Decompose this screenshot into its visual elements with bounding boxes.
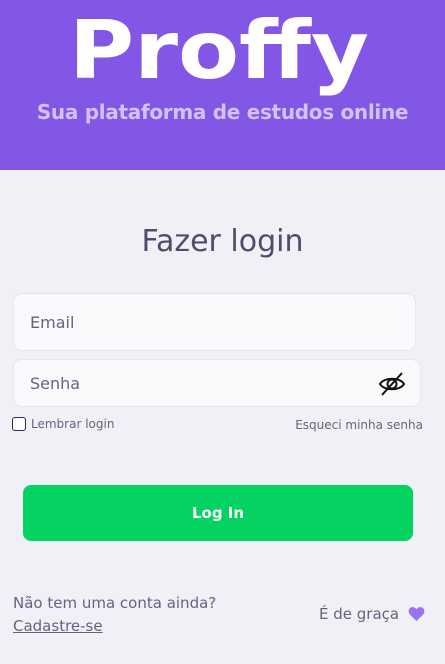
signup-link[interactable]: Cadastre-se [13,617,103,635]
email-input[interactable] [14,294,415,350]
free-text: É de graça [319,605,400,623]
forgot-password-link[interactable]: Esqueci minha senha [295,418,423,432]
eye-slash-icon[interactable] [378,371,406,397]
remember-login[interactable]: Lembrar login [12,417,114,431]
remember-checkbox[interactable] [12,417,26,431]
page-title: Fazer login [141,224,304,259]
tagline: Sua plataforma de estudos online [36,100,409,124]
login-button[interactable]: Log In [23,485,413,541]
logo-text: Proffy [69,10,369,97]
heart-icon [408,607,425,621]
header-banner: Proffy Sua plataforma de estudos online [0,0,445,170]
password-field[interactable] [13,359,421,407]
email-field[interactable] [13,293,416,351]
proffy-logo: Proffy [69,10,369,97]
no-account-text: Não tem uma conta ainda? [13,594,217,612]
password-input[interactable] [14,360,420,406]
remember-label: Lembrar login [31,417,115,431]
